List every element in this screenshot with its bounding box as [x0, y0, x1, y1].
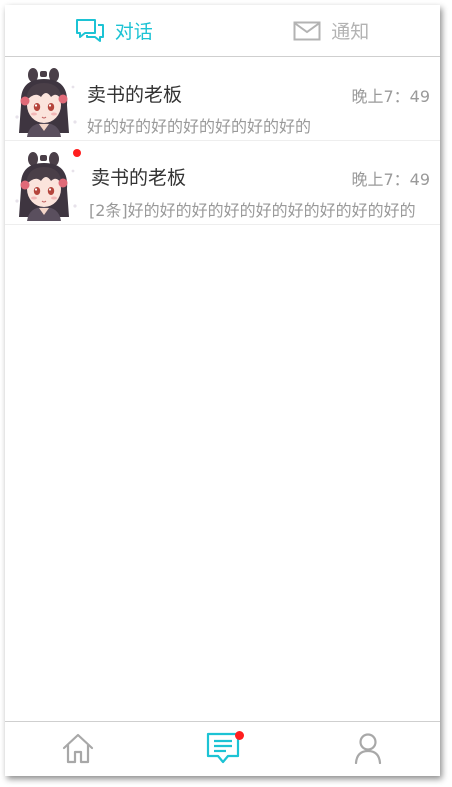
avatar [13, 67, 79, 137]
conversation-item[interactable]: 卖书的老板 晚上7：49 [2条]好的好的好的好的好的好的好的好的好的 [5, 141, 440, 225]
conversation-name: 卖书的老板 [87, 84, 183, 106]
avatar [13, 151, 79, 221]
top-tab-bar: 对话 通知 [5, 5, 440, 57]
bottom-navigation [5, 721, 440, 776]
conversation-time: 晚上7：49 [351, 87, 430, 106]
conversation-list: 卖书的老板 晚上7：49 好的好的好的好的好的好的好的 卖书的老板 晚上7：49… [5, 57, 440, 225]
tab-conversations-label: 对话 [114, 21, 153, 43]
message-badge [234, 731, 244, 740]
app-screen: 对话 通知 卖书的老板 晚上7：49 好的好的好的好的好的好的好的 卖书的老板 … [5, 5, 440, 776]
nav-messages[interactable] [150, 722, 295, 776]
conversation-preview: [2条]好的好的好的好的好的好的好的好的好的 [89, 201, 416, 220]
mail-icon [293, 21, 321, 41]
tab-notifications-label: 通知 [331, 21, 370, 43]
nav-profile[interactable] [295, 722, 440, 776]
tab-conversations[interactable]: 对话 [5, 5, 223, 56]
home-icon [61, 732, 95, 768]
chat-icon [75, 18, 105, 44]
tab-notifications[interactable]: 通知 [223, 5, 441, 56]
nav-home[interactable] [5, 722, 150, 776]
conversation-item[interactable]: 卖书的老板 晚上7：49 好的好的好的好的好的好的好的 [5, 57, 440, 141]
conversation-name: 卖书的老板 [91, 167, 187, 189]
conversation-preview: 好的好的好的好的好的好的好的 [87, 117, 312, 136]
unread-badge [73, 149, 81, 157]
conversation-time: 晚上7：49 [351, 170, 430, 189]
user-icon [354, 732, 382, 768]
